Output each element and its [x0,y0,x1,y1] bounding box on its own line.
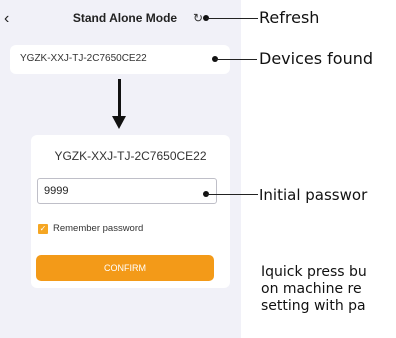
note-line-1: Iquick press bu [261,264,367,280]
remember-password-checkbox[interactable]: ✓ [38,224,48,234]
login-card-device-name: YGZK-XXJ-TJ-2C7650CE22 [54,149,207,163]
password-input[interactable] [37,178,217,204]
password-callout-label: Initial passwor [259,186,368,204]
confirm-button[interactable]: CONFIRM [36,255,214,281]
device-list-item-name: YGZK-XXJ-TJ-2C7650CE22 [20,53,147,64]
password-callout-line [206,194,258,195]
phone-screen: ‹ Stand Alone Mode ↻ YGZK-XXJ-TJ-2C7650C… [0,0,241,338]
remember-password-label: Remember password [53,223,144,234]
devices-callout-label: Devices found [259,49,373,68]
refresh-callout-label: Refresh [259,8,320,27]
note-line-3: setting with pa [261,298,366,314]
down-arrow-icon [112,116,126,129]
refresh-callout-line [206,18,258,19]
note-line-2: on machine re [261,281,362,297]
devices-callout-line [215,59,257,60]
down-arrow-line [118,79,121,121]
page-title: Stand Alone Mode [72,11,178,25]
back-icon[interactable]: ‹ [4,10,20,28]
